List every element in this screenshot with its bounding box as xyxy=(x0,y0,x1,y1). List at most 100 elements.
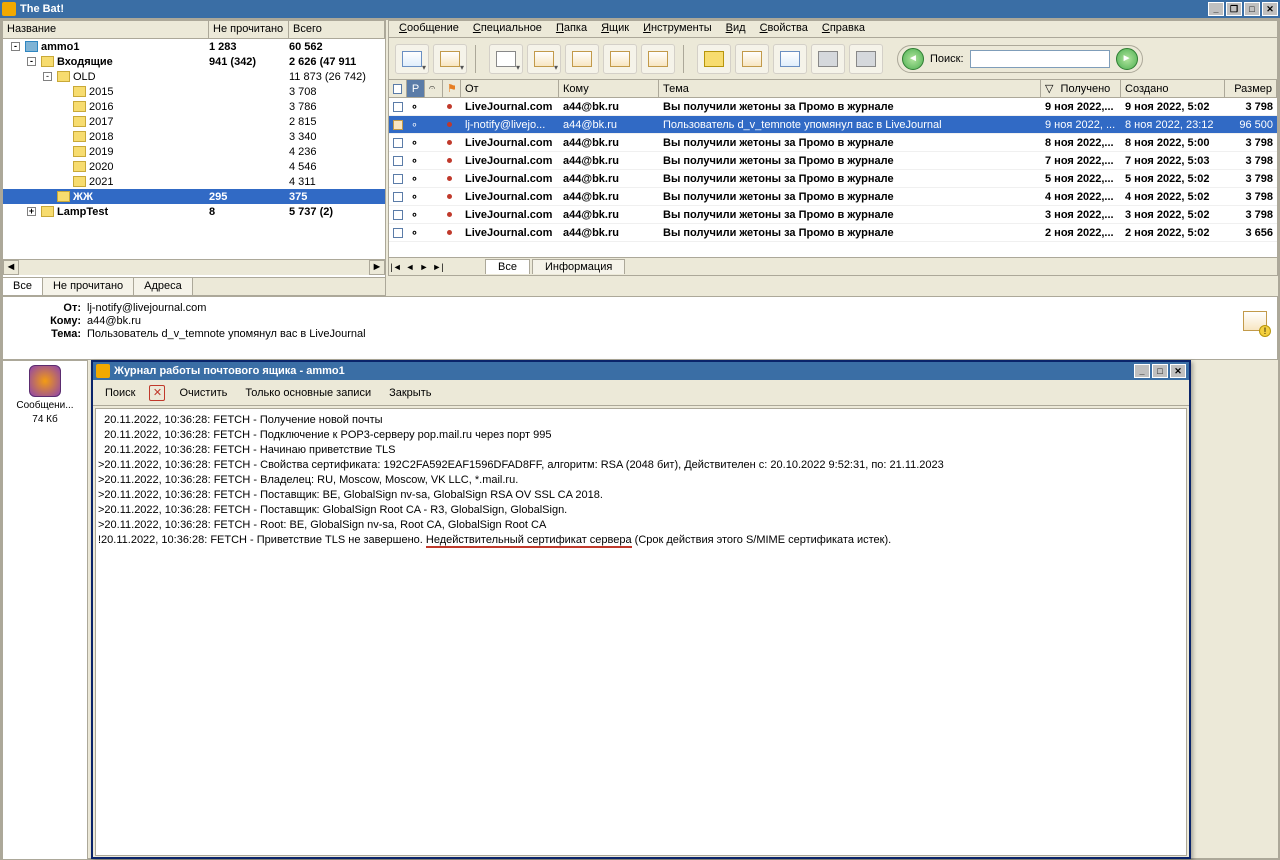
menu-item[interactable]: Папка xyxy=(550,21,593,37)
folder-tree[interactable]: -ammo11 28360 562-Входящие941 (342)2 626… xyxy=(3,39,385,259)
expander-icon[interactable]: + xyxy=(27,207,36,216)
message-row[interactable]: ∘LiveJournal.coma44@bk.ruВы получили жет… xyxy=(389,152,1277,170)
tab-unread[interactable]: Не прочитано xyxy=(43,278,134,295)
col-to[interactable]: Кому xyxy=(559,80,659,97)
message-list[interactable]: ∘LiveJournal.coma44@bk.ruВы получили жет… xyxy=(388,98,1278,258)
minimize-button[interactable]: _ xyxy=(1208,2,1224,16)
scroll-left-icon[interactable]: ◄ xyxy=(3,260,19,275)
col-received[interactable]: ▽ Получено xyxy=(1041,80,1121,97)
log-main-only-button[interactable]: Только основные записи xyxy=(241,385,375,401)
folder-col-total[interactable]: Всего xyxy=(289,21,385,38)
col-created[interactable]: Создано xyxy=(1121,80,1225,97)
expander-icon[interactable]: - xyxy=(11,42,20,51)
log-clear-button[interactable]: Очистить xyxy=(175,385,231,401)
col-park-icon[interactable]: P xyxy=(407,80,425,97)
received-cell: 5 ноя 2022,... xyxy=(1041,173,1121,185)
message-row[interactable]: ∘LiveJournal.coma44@bk.ruВы получили жет… xyxy=(389,170,1277,188)
message-row[interactable]: ∘LiveJournal.coma44@bk.ruВы получили жет… xyxy=(389,98,1277,116)
message-row[interactable]: ∘LiveJournal.coma44@bk.ruВы получили жет… xyxy=(389,134,1277,152)
folder-col-name[interactable]: Название xyxy=(3,21,209,38)
log-close-text-button[interactable]: Закрыть xyxy=(385,385,435,401)
toolbar-separator xyxy=(475,45,481,73)
preview-warning-icon[interactable]: ! xyxy=(1259,325,1271,337)
folder-row[interactable]: 20204 546 xyxy=(3,159,385,174)
flag-button[interactable] xyxy=(773,44,807,74)
nav-forward-button[interactable]: ► xyxy=(1116,48,1138,70)
message-row[interactable]: ∘LiveJournal.coma44@bk.ruВы получили жет… xyxy=(389,188,1277,206)
message-row[interactable]: ∘LiveJournal.coma44@bk.ruВы получили жет… xyxy=(389,206,1277,224)
menu-item[interactable]: Справка xyxy=(816,21,871,37)
col-status-icon[interactable] xyxy=(389,80,407,97)
expander-icon[interactable]: - xyxy=(43,72,52,81)
log-search-button[interactable]: Поиск xyxy=(101,385,139,401)
search-input[interactable] xyxy=(970,50,1110,68)
col-attach-icon[interactable]: 𝄐 xyxy=(425,80,443,97)
menu-item[interactable]: Свойства xyxy=(754,21,814,37)
menu-item[interactable]: Сообщение xyxy=(393,21,465,37)
folder-row[interactable]: +LampTest85 737 (2) xyxy=(3,204,385,219)
folder-row[interactable]: 20214 311 xyxy=(3,174,385,189)
menu-item[interactable]: Вид xyxy=(720,21,752,37)
log-maximize-button[interactable]: □ xyxy=(1152,364,1168,378)
restore-button[interactable]: ❐ xyxy=(1226,2,1242,16)
folder-row[interactable]: -ammo11 28360 562 xyxy=(3,39,385,54)
log-clear-icon[interactable]: ✕ xyxy=(149,385,165,401)
list-tab-info[interactable]: Информация xyxy=(532,259,625,274)
envelope-icon xyxy=(393,138,403,148)
folder-hscroll[interactable]: ◄ ► xyxy=(3,259,385,275)
close-button[interactable]: ✕ xyxy=(1262,2,1278,16)
nav-first-button[interactable]: |◄ xyxy=(389,262,403,272)
reply-button[interactable] xyxy=(433,44,467,74)
tab-addresses[interactable]: Адреса xyxy=(134,278,193,295)
col-flag-icon[interactable]: ⚑ xyxy=(443,80,461,97)
col-subject[interactable]: Тема xyxy=(659,80,1041,97)
folder-row[interactable]: 20172 815 xyxy=(3,114,385,129)
nav-back-button[interactable]: ◄ xyxy=(902,48,924,70)
nav-prev-button[interactable]: ◄ xyxy=(403,262,417,272)
get-mail-button[interactable] xyxy=(641,44,675,74)
forward-button[interactable] xyxy=(603,44,637,74)
menu-item[interactable]: Специальное xyxy=(467,21,548,37)
check-mail-button[interactable] xyxy=(565,44,599,74)
send-receive-button[interactable] xyxy=(527,44,561,74)
created-cell: 9 ноя 2022, 5:02 xyxy=(1121,101,1225,113)
folder-row[interactable]: -Входящие941 (342)2 626 (47 911 xyxy=(3,54,385,69)
folder-row[interactable]: -OLD11 873 (26 742) xyxy=(3,69,385,84)
list-tab-all[interactable]: Все xyxy=(485,259,530,274)
folder-row[interactable]: 20153 708 xyxy=(3,84,385,99)
expander-icon[interactable]: - xyxy=(27,57,36,66)
folder-row[interactable]: 20183 340 xyxy=(3,129,385,144)
log-titlebar[interactable]: Журнал работы почтового ящика - ammo1 _ … xyxy=(93,362,1189,380)
scroll-right-icon[interactable]: ► xyxy=(369,260,385,275)
maximize-button[interactable]: □ xyxy=(1244,2,1260,16)
message-row[interactable]: ∘lj-notify@livejo...a44@bk.ruПользовател… xyxy=(389,116,1277,134)
message-row[interactable]: ∘LiveJournal.coma44@bk.ruВы получили жет… xyxy=(389,224,1277,242)
filter-button[interactable] xyxy=(735,44,769,74)
menu-item[interactable]: Ящик xyxy=(595,21,635,37)
addressbook-button[interactable] xyxy=(697,44,731,74)
new-mail-button[interactable] xyxy=(395,44,429,74)
folder-row[interactable]: ЖЖ295375 xyxy=(3,189,385,204)
tab-all[interactable]: Все xyxy=(3,278,43,295)
delete-button[interactable] xyxy=(849,44,883,74)
log-minimize-button[interactable]: _ xyxy=(1134,364,1150,378)
attachment-icon[interactable] xyxy=(29,365,61,397)
log-body[interactable]: 20.11.2022, 10:36:28: FETCH - Получение … xyxy=(95,408,1187,856)
preview-to-label: Кому: xyxy=(11,315,87,327)
col-size[interactable]: Размер xyxy=(1225,80,1277,97)
print-button[interactable] xyxy=(811,44,845,74)
nav-next-button[interactable]: ► xyxy=(417,262,431,272)
folder-name: 2016 xyxy=(89,101,113,113)
menu-item[interactable]: Инструменты xyxy=(637,21,718,37)
folder-name: ЖЖ xyxy=(73,191,93,203)
flag-cell xyxy=(443,194,461,199)
log-close-button[interactable]: ✕ xyxy=(1170,364,1186,378)
folder-icon xyxy=(73,146,86,157)
folder-row[interactable]: 20194 236 xyxy=(3,144,385,159)
col-from[interactable]: От xyxy=(461,80,559,97)
folder-col-unread[interactable]: Не прочитано xyxy=(209,21,289,38)
folder-view-tabs: Все Не прочитано Адреса xyxy=(2,278,386,296)
compose-button[interactable] xyxy=(489,44,523,74)
nav-last-button[interactable]: ►| xyxy=(431,262,445,272)
folder-row[interactable]: 20163 786 xyxy=(3,99,385,114)
